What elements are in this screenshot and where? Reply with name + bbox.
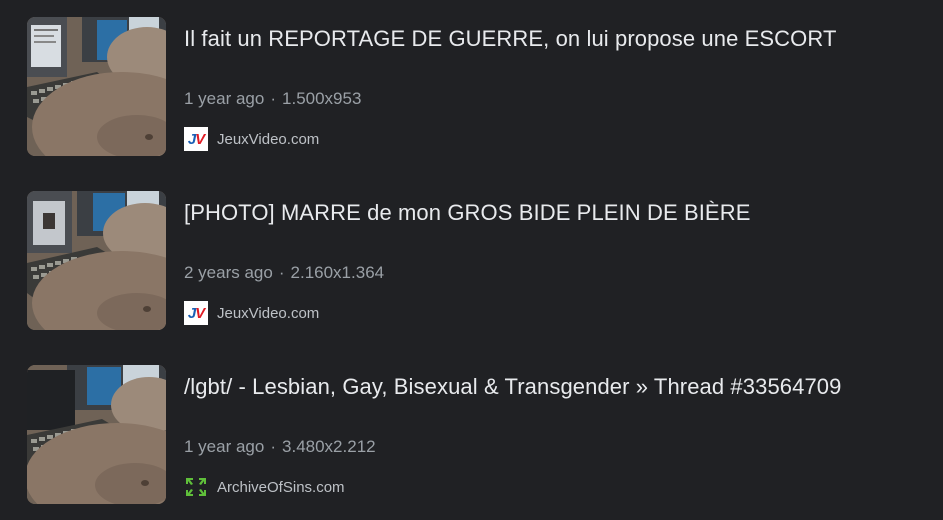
result-meta: 1 year ago · 3.480x2.212 (184, 437, 376, 457)
search-result: [PHOTO] MARRE de mon GROS BIDE PLEIN DE … (0, 191, 943, 331)
jeuxvideo-icon: JV (184, 301, 208, 325)
result-title[interactable]: /lgbt/ - Lesbian, Gay, Bisexual & Transg… (184, 374, 841, 400)
result-age: 1 year ago (184, 89, 265, 108)
meta-separator: · (270, 437, 277, 456)
result-dimensions: 1.500x953 (282, 89, 362, 108)
result-thumbnail[interactable] (27, 191, 166, 330)
result-thumbnail[interactable] (27, 365, 166, 504)
result-dimensions: 2.160x1.364 (290, 263, 385, 282)
result-title[interactable]: [PHOTO] MARRE de mon GROS BIDE PLEIN DE … (184, 200, 750, 226)
result-source[interactable]: JV JeuxVideo.com (184, 127, 319, 151)
result-thumbnail[interactable] (27, 17, 166, 156)
search-result: /lgbt/ - Lesbian, Gay, Bisexual & Transg… (0, 365, 943, 505)
thumbnail-image (27, 17, 166, 156)
source-name: ArchiveOfSins.com (217, 478, 345, 496)
jeuxvideo-icon: JV (184, 127, 208, 151)
thumbnail-image (27, 365, 166, 504)
result-meta: 2 years ago · 2.160x1.364 (184, 263, 384, 283)
result-age: 1 year ago (184, 437, 265, 456)
source-name: JeuxVideo.com (217, 304, 320, 322)
result-source[interactable]: JV JeuxVideo.com (184, 301, 319, 325)
result-source[interactable]: ArchiveOfSins.com (184, 475, 345, 499)
result-title[interactable]: Il fait un REPORTAGE DE GUERRE, on lui p… (184, 26, 837, 52)
source-name: JeuxVideo.com (217, 130, 320, 148)
thumbnail-image (27, 191, 166, 330)
search-result: Il fait un REPORTAGE DE GUERRE, on lui p… (0, 17, 943, 157)
result-dimensions: 3.480x2.212 (282, 437, 376, 456)
meta-separator: · (270, 89, 277, 108)
archiveofsins-icon (184, 475, 208, 499)
result-meta: 1 year ago · 1.500x953 (184, 89, 361, 109)
meta-separator: · (278, 263, 285, 282)
result-age: 2 years ago (184, 263, 273, 282)
